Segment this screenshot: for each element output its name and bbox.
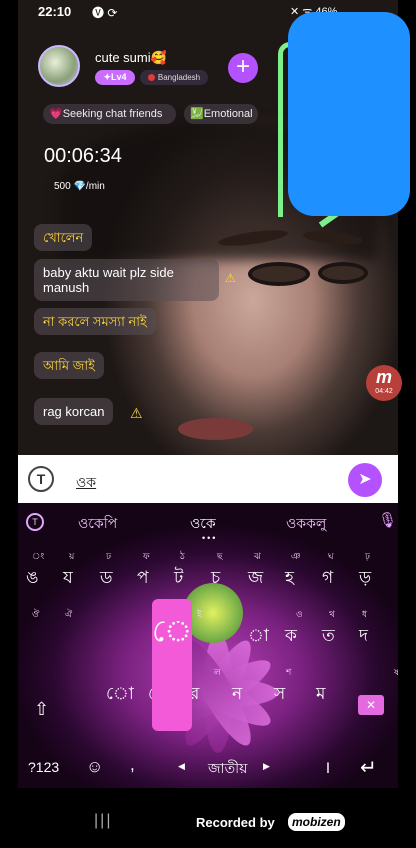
key-hint: শ	[286, 667, 292, 677]
recents-button[interactable]: |||	[94, 812, 112, 830]
backspace-key[interactable]: ✕	[358, 695, 384, 715]
chat-message: rag korcan	[34, 398, 114, 425]
key-hint: ঔ	[32, 609, 40, 619]
key-hint: ঘ	[328, 551, 334, 561]
keyboard-key[interactable]: হ	[285, 565, 294, 593]
keyboard-key[interactable]: জ	[248, 565, 263, 593]
keyboard-key[interactable]: ো	[106, 681, 134, 709]
chat-message: baby aktu wait plz side manush	[34, 259, 219, 301]
gem-icon: 💎	[73, 181, 86, 192]
period-key[interactable]: ।	[324, 755, 330, 778]
keyboard-key[interactable]: ম	[316, 681, 325, 709]
key-hint: ঢ	[106, 551, 112, 561]
space-key[interactable]: জাতীয়	[208, 757, 247, 781]
key-hint: ল	[214, 667, 221, 677]
key-hint: ও	[296, 609, 303, 619]
key-hint: ঞ	[291, 551, 301, 561]
language-left-arrow-icon: ◀	[178, 761, 185, 771]
suggestion-bar: T ওকেপি ওকে ওককলু 🎙 •••	[18, 503, 398, 543]
keyboard-key[interactable]: চ	[211, 565, 220, 593]
keyboard-key[interactable]: গ	[322, 565, 333, 593]
key-hint: ঐ	[65, 609, 73, 619]
translate-icon[interactable]: T	[28, 466, 54, 492]
key-hint: ই	[197, 609, 202, 619]
keyboard-key[interactable]: ট	[174, 565, 183, 593]
recorded-by-label: Recorded by	[196, 815, 275, 830]
keyboard-key[interactable]: ড়	[359, 565, 371, 593]
call-rate: 500 💎/min	[54, 181, 105, 192]
level-badge: ✦Lv4	[95, 70, 135, 85]
rate-unit: /min	[85, 181, 105, 192]
numbers-key[interactable]: ?123	[28, 759, 59, 775]
message-input[interactable]: ওক	[76, 471, 96, 495]
message-input-bar: T ওক ➤	[18, 455, 398, 503]
emoji-key[interactable]: ☺	[86, 757, 103, 777]
keyboard-key[interactable]: ক	[285, 623, 297, 651]
video-lips	[178, 418, 253, 440]
self-preview-panel[interactable]	[288, 12, 410, 216]
keyboard-key[interactable]: দ	[359, 623, 368, 651]
keyboard-key[interactable]: ঙ	[26, 565, 38, 593]
video-eye-left	[248, 262, 310, 286]
language-right-arrow-icon: ▶	[263, 761, 270, 771]
warning-icon: ⚠	[130, 405, 143, 421]
keyboard: T ওকেপি ওকে ওককলু 🎙 ••• ং য় ঢ ফ ঠ ছ ঝ ঞ ঘ ঢ় ঙ য ড প…	[18, 503, 398, 788]
key-hint: ষ	[394, 667, 398, 677]
flag-icon	[147, 74, 155, 81]
key-hint: য়	[69, 551, 75, 561]
screen: 22:10 🅥 ⟳ ✕ ᯤ 46% cute sumi🥰 ✦Lv4 Bangla…	[0, 0, 416, 848]
shift-key[interactable]: ⇧	[34, 699, 49, 720]
keyboard-settings-icon[interactable]: T	[26, 513, 44, 531]
keyboard-key[interactable]: য	[63, 565, 73, 593]
follow-button[interactable]: +	[228, 53, 258, 83]
video-eye-right	[318, 262, 368, 284]
keyboard-key[interactable]: স	[274, 681, 285, 709]
status-time: 22:10	[38, 4, 72, 19]
warning-icon: ⚠	[225, 271, 236, 285]
more-dots-icon: •••	[202, 533, 218, 543]
key-hint: ঢ়	[365, 551, 370, 561]
recorder-letter: m	[375, 367, 392, 387]
keyboard-key[interactable]: ত	[322, 623, 335, 651]
send-button[interactable]: ➤	[348, 463, 382, 497]
status-left-icons: 🅥 ⟳	[92, 6, 118, 20]
key-hint: থ	[329, 609, 335, 619]
key-hint: ঝ	[254, 551, 261, 561]
screen-recorder-bubble[interactable]: m 04:42	[366, 365, 402, 401]
chat-message: আমি জাই	[34, 352, 104, 379]
suggestion-item[interactable]: ওককলু	[286, 512, 326, 536]
keyboard-key[interactable]: া	[248, 623, 269, 651]
keyboard-bottom-row: ?123 ☺ , ◀ জাতীয় ▶ । ↵	[18, 749, 398, 785]
call-timer: 00:06:34	[44, 145, 122, 167]
mic-icon[interactable]: 🎙	[378, 511, 397, 529]
keyboard-key[interactable]: ন	[232, 681, 242, 709]
tag-seeking-chat: 💗Seeking chat friends	[43, 104, 176, 124]
key-hint: ধ	[362, 609, 368, 619]
key-hint: ং	[32, 551, 45, 561]
country-badge: Bangladesh	[140, 70, 208, 85]
tag-emotional: 💹Emotional	[184, 104, 258, 124]
keyboard-key[interactable]: ড	[100, 565, 113, 593]
comma-key[interactable]: ,	[130, 755, 135, 775]
mobizen-logo: mobizen	[288, 813, 345, 831]
key-hint: ছ	[217, 551, 223, 561]
host-avatar[interactable]	[38, 45, 80, 87]
suggestion-item[interactable]: ওকেপি	[78, 512, 117, 536]
key-hint: ঠ	[180, 551, 185, 561]
chat-message: না করলে সমস্যা নাই	[34, 308, 156, 335]
host-name: cute sumi🥰	[95, 50, 167, 65]
navigation-bar: ||| Recorded by mobizen	[18, 788, 398, 848]
recorder-time: 04:42	[375, 388, 393, 395]
chat-message: খোলেন	[34, 224, 93, 251]
country-label: Bangladesh	[157, 73, 201, 82]
enter-key[interactable]: ↵	[360, 755, 377, 780]
keyboard-key[interactable]: প	[137, 565, 149, 593]
key-popup-preview: ে	[152, 599, 192, 731]
rate-amount: 500	[54, 181, 71, 192]
key-hint: ফ	[143, 551, 150, 561]
